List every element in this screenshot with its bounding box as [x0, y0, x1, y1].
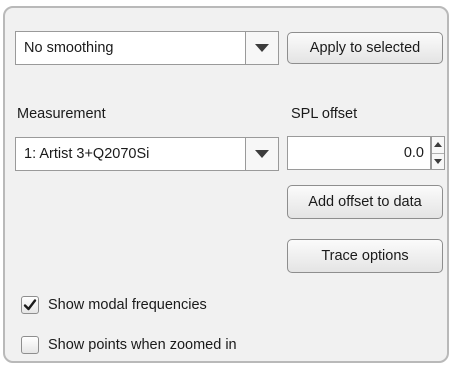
chevron-down-icon — [255, 44, 269, 52]
show-modal-frequencies-checkbox[interactable] — [21, 296, 39, 314]
spin-down-button[interactable] — [432, 152, 444, 170]
checkmark-icon — [23, 299, 37, 311]
spin-up-icon — [434, 142, 442, 148]
spin-down-icon — [434, 158, 442, 164]
spin-up-button[interactable] — [432, 137, 444, 153]
measurement-value: 1: Artist 3+Q2070Si — [24, 146, 150, 162]
spl-offset-spinner[interactable] — [431, 136, 445, 170]
apply-to-selected-button[interactable]: Apply to selected — [287, 32, 443, 64]
trace-options-button[interactable]: Trace options — [287, 239, 443, 273]
show-points-checkbox[interactable] — [21, 336, 39, 354]
spl-offset-label: SPL offset — [291, 106, 358, 122]
chevron-down-icon — [255, 150, 269, 158]
show-points-label: Show points when zoomed in — [48, 337, 237, 353]
smoothing-dropdown-arrow[interactable] — [245, 32, 278, 64]
trace-settings-panel: No smoothing Apply to selected Measureme… — [3, 6, 449, 363]
spl-offset-input[interactable]: 0.0 — [287, 136, 431, 170]
show-modal-frequencies-option[interactable]: Show modal frequencies — [21, 296, 207, 314]
add-offset-button[interactable]: Add offset to data — [287, 185, 443, 219]
measurement-dropdown[interactable]: 1: Artist 3+Q2070Si — [15, 137, 279, 171]
show-points-option[interactable]: Show points when zoomed in — [21, 336, 237, 354]
measurement-label: Measurement — [17, 106, 106, 122]
smoothing-value: No smoothing — [24, 40, 114, 56]
measurement-dropdown-arrow[interactable] — [245, 138, 278, 170]
smoothing-dropdown[interactable]: No smoothing — [15, 31, 279, 65]
show-modal-frequencies-label: Show modal frequencies — [48, 297, 207, 313]
